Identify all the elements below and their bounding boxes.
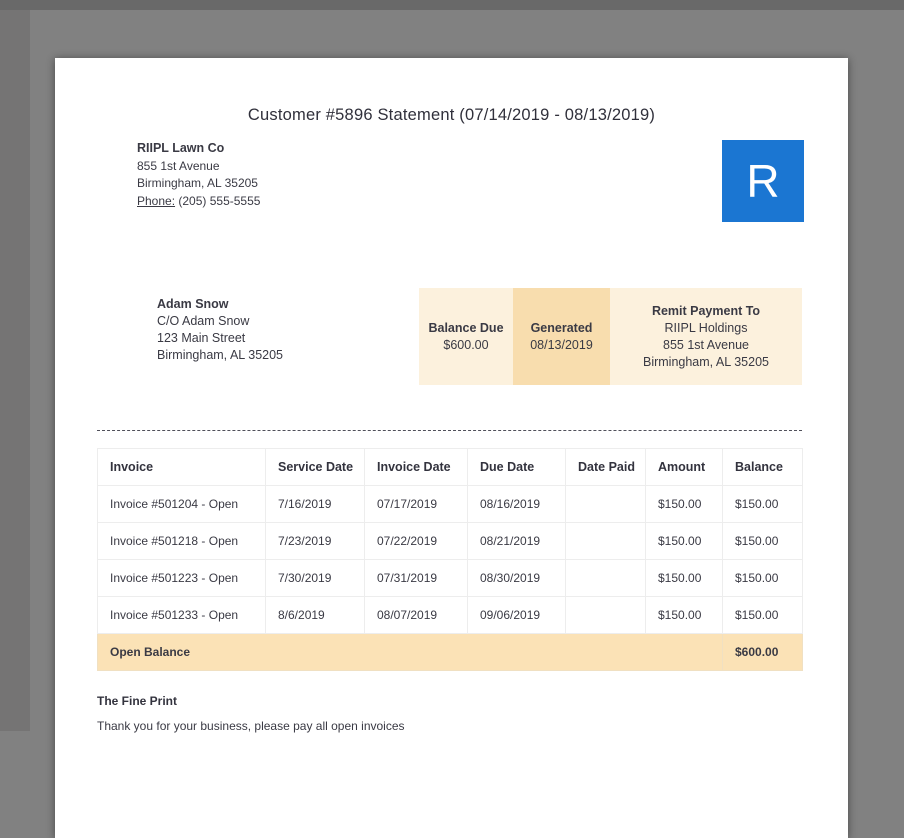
- col-header-invoice: Invoice: [97, 448, 266, 486]
- cell-invoice-date: 07/31/2019: [364, 559, 468, 597]
- customer-name: Adam Snow: [157, 297, 229, 311]
- cell-balance: $150.00: [722, 559, 803, 597]
- open-balance-label: Open Balance: [97, 633, 723, 671]
- balance-due-value: $600.00: [443, 337, 489, 352]
- cell-service-date: 8/6/2019: [265, 596, 365, 634]
- company-address-line2: Birmingham, AL 35205: [137, 176, 258, 190]
- cell-balance: $150.00: [722, 596, 803, 634]
- col-header-balance: Balance: [722, 448, 803, 486]
- summary-generated-cell: Generated 08/13/2019: [513, 288, 610, 385]
- phone-label: Phone:: [137, 193, 176, 208]
- table-row: Invoice #501223 - Open 7/30/2019 07/31/2…: [97, 559, 803, 597]
- cell-date-paid: [565, 596, 646, 634]
- remit-address2: Birmingham, AL 35205: [642, 354, 769, 369]
- cell-invoice: Invoice #501204 - Open: [97, 485, 266, 523]
- cell-invoice-date: 08/07/2019: [364, 596, 468, 634]
- cell-amount: $150.00: [645, 522, 723, 560]
- table-row: Invoice #501218 - Open 7/23/2019 07/22/2…: [97, 522, 803, 560]
- page-title: Customer #5896 Statement (07/14/2019 - 0…: [247, 106, 656, 124]
- col-header-amount: Amount: [645, 448, 723, 486]
- generated-value: 08/13/2019: [530, 337, 593, 352]
- viewer-top-bar: [0, 0, 904, 10]
- table-header-row: Invoice Service Date Invoice Date Due Da…: [97, 448, 803, 486]
- company-phone-line: Phone: (205) 555-5555: [137, 193, 260, 211]
- cell-invoice: Invoice #501218 - Open: [97, 522, 266, 560]
- cell-due-date: 08/16/2019: [467, 485, 566, 523]
- col-header-service-date: Service Date: [265, 448, 365, 486]
- col-header-invoice-date: Invoice Date: [364, 448, 468, 486]
- company-name: RIIPL Lawn Co: [137, 141, 225, 155]
- table-row: Invoice #501204 - Open 7/16/2019 07/17/2…: [97, 485, 803, 523]
- customer-address-line1: 123 Main Street: [157, 331, 246, 345]
- cell-due-date: 09/06/2019: [467, 596, 566, 634]
- remit-label: Remit Payment To: [651, 303, 761, 318]
- customer-address-block: Adam Snow C/O Adam Snow 123 Main Street …: [157, 296, 283, 364]
- viewer-left-bar: [0, 10, 30, 731]
- table-row: Invoice #501233 - Open 8/6/2019 08/07/20…: [97, 596, 803, 634]
- cell-due-date: 08/30/2019: [467, 559, 566, 597]
- phone-number: (205) 555-5555: [178, 193, 261, 208]
- col-header-due-date: Due Date: [467, 448, 566, 486]
- invoice-table: Invoice Service Date Invoice Date Due Da…: [97, 448, 803, 671]
- cell-invoice: Invoice #501223 - Open: [97, 559, 266, 597]
- cell-balance: $150.00: [722, 522, 803, 560]
- statement-summary-box: Balance Due $600.00 Generated 08/13/2019…: [419, 288, 802, 385]
- statement-page: Customer #5896 Statement (07/14/2019 - 0…: [55, 58, 848, 838]
- col-header-date-paid: Date Paid: [565, 448, 646, 486]
- remit-name: RIIPL Holdings: [664, 320, 748, 335]
- company-address-line1: 855 1st Avenue: [137, 158, 220, 173]
- cell-date-paid: [565, 559, 646, 597]
- remit-address1: 855 1st Avenue: [663, 337, 749, 352]
- cell-amount: $150.00: [645, 485, 723, 523]
- generated-label: Generated: [530, 320, 593, 335]
- cell-invoice-date: 07/17/2019: [364, 485, 468, 523]
- dashed-divider: [97, 430, 802, 431]
- cell-date-paid: [565, 485, 646, 523]
- customer-address-line2: Birmingham, AL 35205: [157, 348, 284, 362]
- customer-care-of: C/O Adam Snow: [157, 314, 250, 328]
- fine-print-heading: The Fine Print: [97, 694, 178, 708]
- cell-due-date: 08/21/2019: [467, 522, 566, 560]
- company-logo-letter: R: [746, 155, 780, 207]
- cell-invoice: Invoice #501233 - Open: [97, 596, 266, 634]
- cell-amount: $150.00: [645, 559, 723, 597]
- balance-due-label: Balance Due: [428, 320, 504, 335]
- company-address-block: RIIPL Lawn Co 855 1st Avenue Birmingham,…: [137, 140, 260, 210]
- summary-remit-cell: Remit Payment To RIIPL Holdings 855 1st …: [610, 288, 802, 385]
- cell-service-date: 7/23/2019: [265, 522, 365, 560]
- open-balance-row: Open Balance $600.00: [97, 633, 803, 671]
- cell-service-date: 7/30/2019: [265, 559, 365, 597]
- cell-amount: $150.00: [645, 596, 723, 634]
- cell-balance: $150.00: [722, 485, 803, 523]
- summary-balance-due-cell: Balance Due $600.00: [419, 288, 513, 385]
- company-logo: R: [722, 140, 804, 222]
- cell-service-date: 7/16/2019: [265, 485, 365, 523]
- open-balance-value: $600.00: [722, 633, 803, 671]
- cell-invoice-date: 07/22/2019: [364, 522, 468, 560]
- cell-date-paid: [565, 522, 646, 560]
